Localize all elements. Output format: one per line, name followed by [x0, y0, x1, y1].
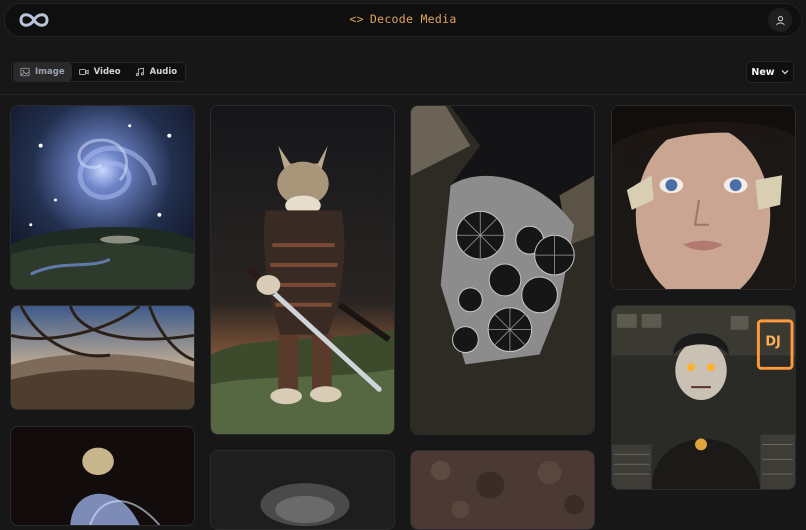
tab-image-label: Image	[35, 67, 65, 77]
gallery-item-galaxy[interactable]	[10, 105, 195, 290]
tab-audio-label: Audio	[149, 67, 178, 77]
gallery-item-figure-blue-light[interactable]	[10, 426, 195, 526]
zombie-image: DJ	[612, 306, 795, 489]
code-icon: <>	[349, 12, 364, 26]
brand-name: Decode Media	[369, 12, 457, 26]
user-icon	[775, 15, 785, 25]
tab-image[interactable]: Image	[13, 63, 72, 81]
gallery-item-cat-samurai[interactable]	[210, 105, 395, 435]
cat-samurai-image	[211, 106, 394, 434]
gallery-item-rock-texture[interactable]	[410, 450, 595, 530]
brand-title[interactable]: <> Decode Media	[5, 12, 801, 26]
figure-image	[11, 427, 194, 525]
tab-video[interactable]: Video	[72, 63, 128, 81]
toolbar-divider	[0, 94, 806, 95]
music-icon	[135, 67, 144, 77]
gallery-item-fisheye-landscape[interactable]	[10, 305, 195, 410]
rock-texture-image	[411, 451, 594, 529]
moth-face-image	[612, 106, 795, 289]
gallery-item-moth-face[interactable]	[611, 105, 796, 290]
gallery-item-dark-partial[interactable]	[210, 450, 395, 530]
dark-partial-image	[211, 451, 394, 529]
tab-video-label: Video	[93, 67, 121, 77]
top-bar: <> Decode Media	[4, 3, 802, 37]
sort-dropdown[interactable]: New	[746, 61, 794, 83]
media-type-tabs: Image Video Audio	[11, 62, 187, 82]
chevron-down-icon	[781, 70, 789, 75]
image-icon	[20, 67, 30, 77]
galaxy-image	[11, 106, 194, 289]
sort-label: New	[751, 66, 775, 78]
tab-audio[interactable]: Audio	[128, 63, 184, 81]
gallery-item-zombie-record-store[interactable]: DJ	[611, 305, 796, 490]
video-icon	[78, 69, 89, 75]
fractal-rock-image	[411, 106, 594, 434]
neon-sign-text: DJ	[765, 335, 780, 350]
account-button[interactable]	[768, 8, 792, 32]
gallery-item-fractal-rock[interactable]	[410, 105, 595, 435]
fisheye-landscape-image	[11, 306, 194, 409]
